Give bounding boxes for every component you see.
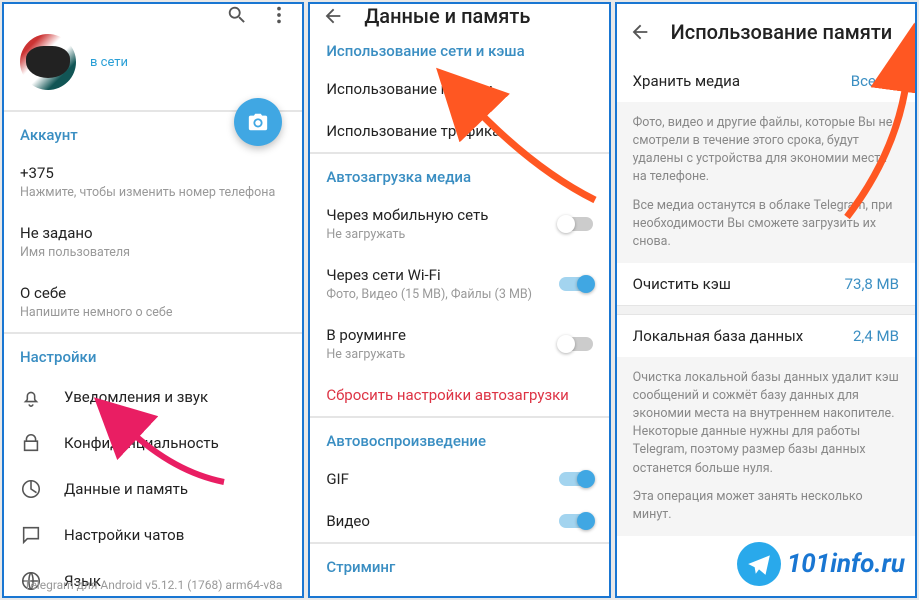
net-cache-header: Использование сети и кэша: [310, 28, 608, 68]
camera-fab[interactable]: [234, 98, 282, 146]
back-icon[interactable]: [629, 21, 651, 43]
notifications-row[interactable]: Уведомления и звук: [4, 374, 302, 420]
version-footer: Telegram для Android v5.12.1 (1768) arm6…: [4, 578, 302, 592]
storage-usage-row[interactable]: Использование памяти: [310, 68, 608, 110]
phone-row[interactable]: +375Нажмите, чтобы изменить номер телефо…: [4, 152, 302, 212]
video-toggle[interactable]: [559, 514, 593, 528]
username-row[interactable]: Не заданоИмя пользователя: [4, 212, 302, 272]
mobile-toggle[interactable]: [559, 217, 593, 231]
bell-icon: [20, 386, 42, 408]
watermark-logo: 101info.ru: [737, 542, 905, 586]
more-icon[interactable]: [268, 4, 290, 26]
wifi-toggle[interactable]: [559, 277, 593, 291]
keep-description: Фото, видео и другие файлы, которые Вы н…: [617, 102, 915, 263]
autoplay-header: Автовоспроизведение: [310, 418, 608, 458]
autodl-header: Автозагрузка медиа: [310, 154, 608, 194]
localdb-row[interactable]: Локальная база данных2,4 MB: [617, 315, 915, 357]
privacy-row[interactable]: Конфиденциальность: [4, 420, 302, 466]
profile-header: [4, 4, 302, 26]
traffic-usage-row[interactable]: Использование трафика: [310, 110, 608, 152]
stream-audio-row[interactable]: Стриминг аудиофайлов и видео: [310, 584, 608, 598]
chat-icon: [20, 524, 42, 546]
localdb-description: Очистка локальной базы данных удалит кэш…: [617, 357, 915, 536]
wifi-row[interactable]: Через сети Wi-FiФото, Видео (15 MB), Фай…: [310, 254, 608, 314]
keep-media-row[interactable]: Хранить медиаВсегда: [617, 60, 915, 102]
settings-header: Настройки: [4, 334, 302, 374]
cache-size: 73,8 MB: [845, 275, 899, 293]
chat-settings-row[interactable]: Настройки чатов: [4, 512, 302, 558]
panel2-title: Данные и память: [364, 4, 530, 28]
data-storage-row[interactable]: Данные и память: [4, 466, 302, 512]
gif-toggle[interactable]: [559, 472, 593, 486]
settings-main-panel: в сети Аккаунт +375Нажмите, чтобы измени…: [2, 2, 304, 598]
panel3-header: Использование памяти: [617, 4, 915, 60]
localdb-size: 2,4 MB: [853, 327, 899, 345]
data-icon: [20, 478, 42, 500]
gif-row[interactable]: GIF: [310, 458, 608, 500]
panel2-header: Данные и память: [310, 4, 608, 28]
panel3-title: Использование памяти: [671, 20, 893, 44]
keep-media-value: Всегда: [851, 72, 899, 90]
online-status: в сети: [90, 55, 128, 70]
mobile-row[interactable]: Через мобильную сетьНе загружать: [310, 194, 608, 254]
streaming-header: Стриминг: [310, 544, 608, 584]
back-icon[interactable]: [322, 5, 344, 27]
clear-cache-row[interactable]: Очистить кэш73,8 MB: [617, 263, 915, 305]
lock-icon: [20, 432, 42, 454]
bio-row[interactable]: О себеНапишите немного о себе: [4, 272, 302, 332]
avatar[interactable]: [20, 34, 76, 90]
search-icon[interactable]: [226, 4, 248, 26]
roaming-row[interactable]: В роумингеНе загружать: [310, 314, 608, 374]
data-storage-panel: Данные и память Использование сети и кэш…: [308, 2, 610, 598]
video-row[interactable]: Видео: [310, 500, 608, 542]
telegram-icon: [737, 542, 781, 586]
reset-row[interactable]: Сбросить настройки автозагрузки: [310, 374, 608, 416]
roaming-toggle[interactable]: [559, 337, 593, 351]
storage-usage-panel: Использование памяти Хранить медиаВсегда…: [615, 2, 917, 598]
